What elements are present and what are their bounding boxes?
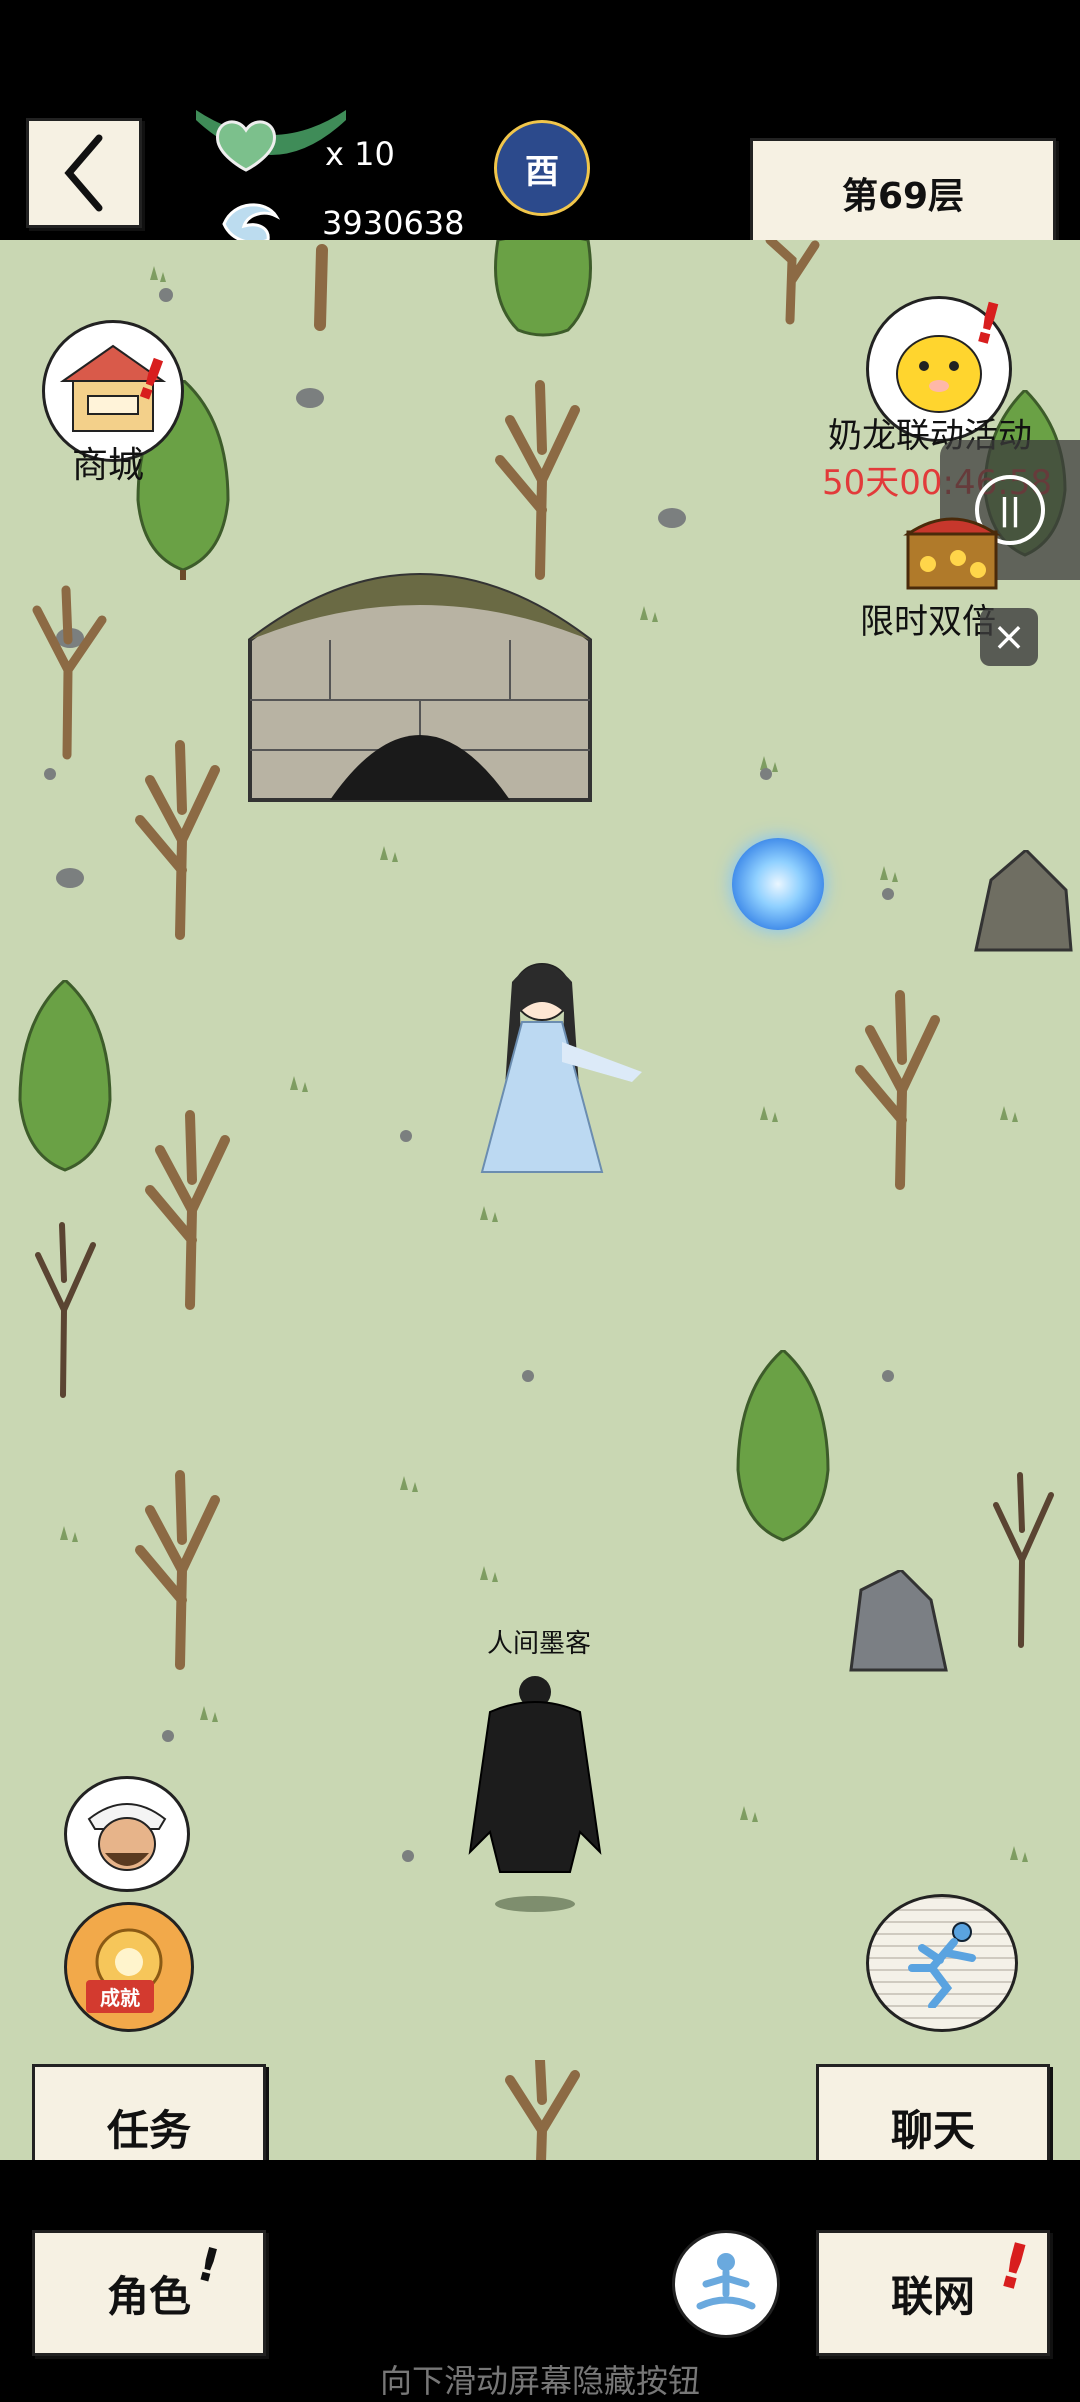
running-man-icon bbox=[908, 1922, 976, 2008]
green-tree bbox=[18, 980, 112, 1172]
back-arrow-icon bbox=[64, 134, 103, 212]
dead-tree bbox=[135, 1470, 220, 1670]
moon-badge-text: 酉 bbox=[525, 151, 559, 192]
player-name: 人间墨客 bbox=[487, 1629, 592, 1659]
chat-label: 聊天 bbox=[890, 2105, 975, 2155]
dead-tree bbox=[35, 1222, 96, 1398]
spirit-currency-icon bbox=[218, 196, 284, 246]
dead-tree bbox=[145, 1110, 230, 1310]
role-button[interactable]: 角色 bbox=[32, 2230, 266, 2356]
dead-tree bbox=[314, 244, 328, 331]
meditation-icon bbox=[696, 2253, 756, 2310]
rock bbox=[974, 850, 1073, 952]
stone-cave[interactable] bbox=[240, 530, 600, 810]
dead-tree bbox=[135, 740, 220, 940]
role-label: 角色 bbox=[106, 2271, 191, 2321]
dead-tree bbox=[32, 585, 107, 760]
auto-run-button[interactable] bbox=[866, 1894, 1018, 2032]
bottom-bar: 角色 ! 联网 ! 向下滑动屏幕隐藏按钮 bbox=[0, 2160, 1080, 2400]
dead-tree bbox=[505, 2060, 580, 2160]
portal-swirl[interactable] bbox=[732, 838, 824, 930]
close-icon: × bbox=[992, 614, 1026, 660]
currency-value: 3930638 bbox=[322, 204, 465, 242]
shop-label[interactable]: 商城 bbox=[72, 436, 144, 488]
heart-icon bbox=[196, 110, 346, 190]
game-map[interactable]: 人间墨客 ! 奶龙联动活动 50天00:46:58 || 限时双倍 × ! 商城… bbox=[0, 240, 1080, 2160]
green-tree bbox=[736, 1350, 830, 1542]
achievement-label: 成就 bbox=[86, 1980, 154, 2013]
rock bbox=[849, 1570, 948, 1672]
dead-tree bbox=[765, 240, 820, 325]
top-bar: x 10 3930638 酉 第69层 bbox=[0, 0, 1080, 248]
green-tree bbox=[494, 240, 592, 337]
dead-tree bbox=[993, 1472, 1054, 1648]
moon-time-icon[interactable]: 酉 bbox=[494, 120, 590, 216]
close-button[interactable]: × bbox=[980, 608, 1038, 666]
meditate-button[interactable] bbox=[672, 2230, 780, 2338]
back-button[interactable] bbox=[26, 118, 142, 228]
task-label: 任务 bbox=[106, 2105, 191, 2155]
lives-count: x 10 bbox=[325, 135, 395, 173]
merchant-face-icon bbox=[87, 1803, 167, 1871]
swipe-hint: 向下滑动屏幕隐藏按钮 bbox=[379, 2362, 700, 2400]
npc-lady[interactable] bbox=[452, 952, 652, 1192]
dead-tree bbox=[855, 990, 940, 1190]
network-label: 联网 bbox=[890, 2271, 975, 2321]
player-character[interactable] bbox=[450, 1672, 620, 1912]
double-label[interactable]: 限时双倍 bbox=[860, 594, 996, 643]
treasure-chest-icon[interactable] bbox=[898, 504, 1006, 594]
merchant-button[interactable] bbox=[64, 1776, 190, 1892]
floor-indicator: 第69层 bbox=[750, 138, 1056, 248]
floor-label: 第69层 bbox=[841, 176, 965, 217]
